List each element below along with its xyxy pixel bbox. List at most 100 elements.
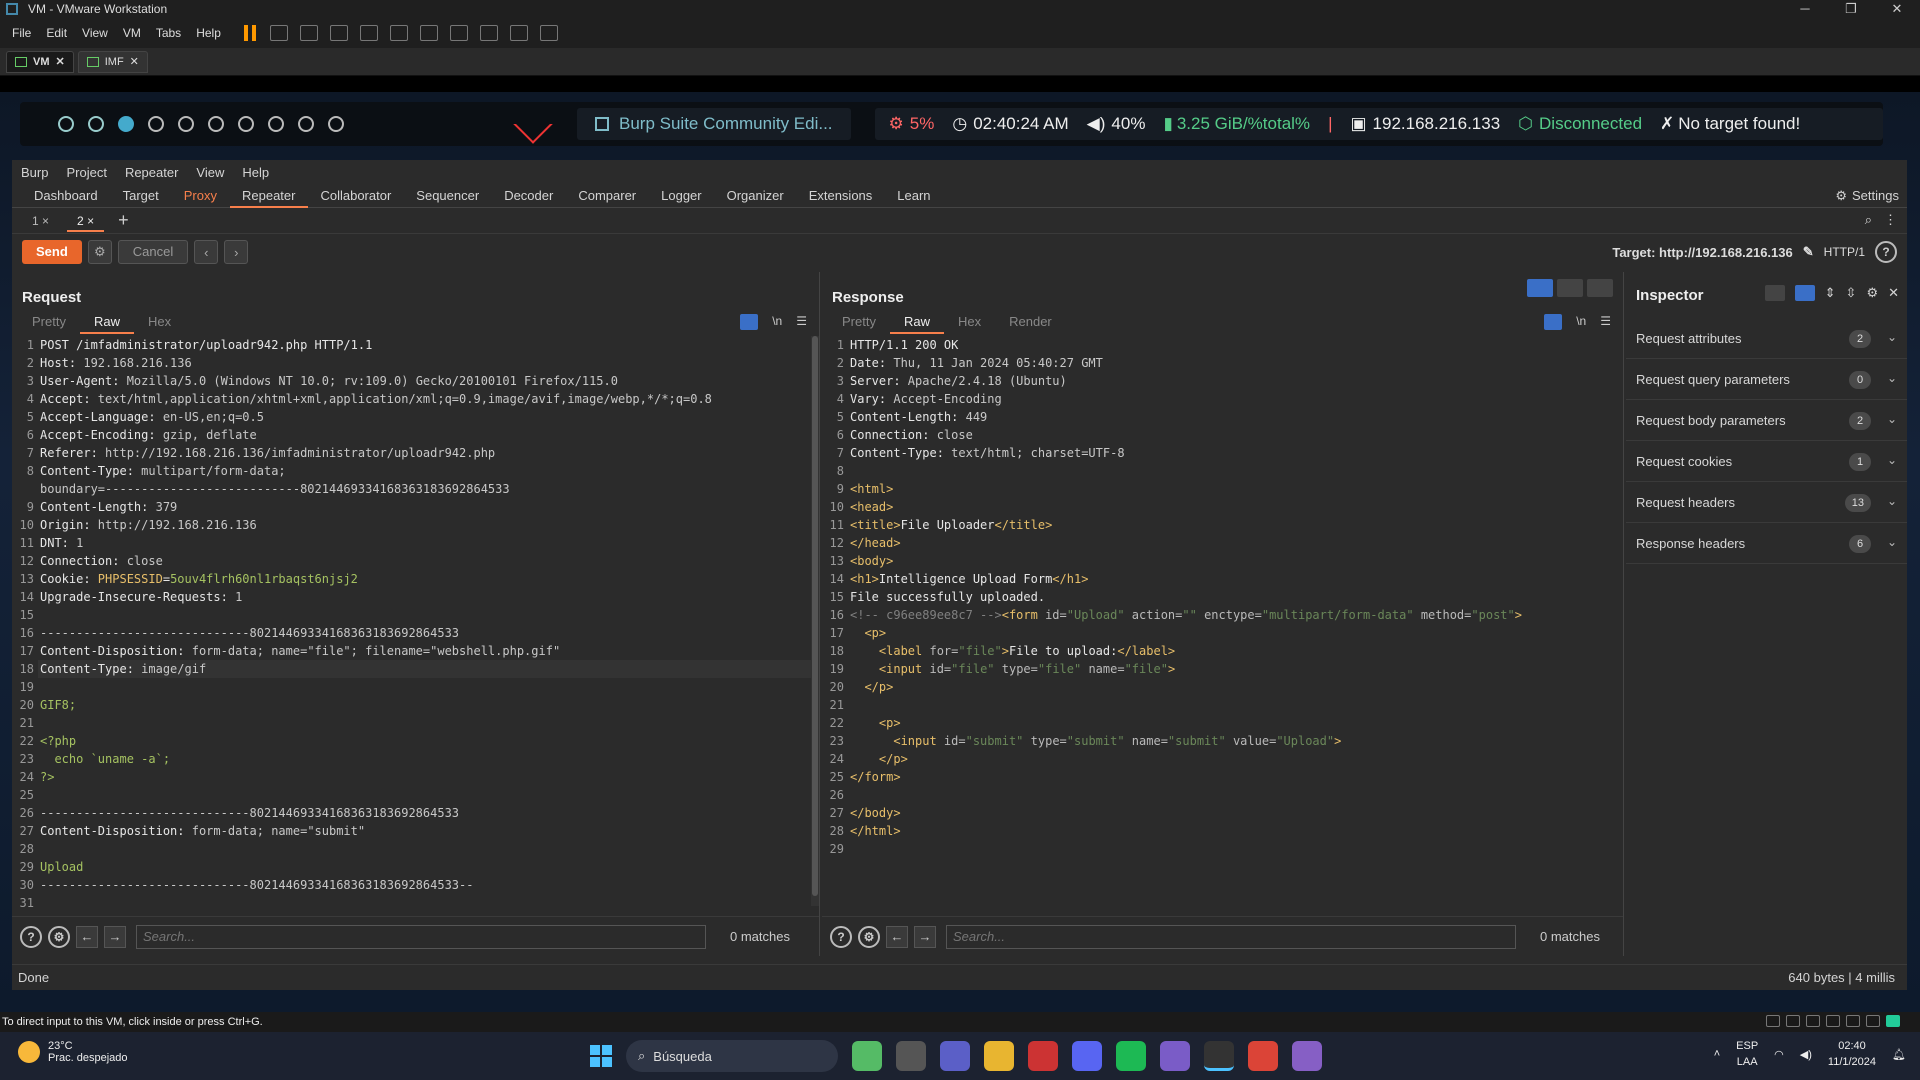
response-search-input[interactable] [946, 924, 1516, 949]
burp-menu-repeater[interactable]: Repeater [125, 165, 178, 180]
code-line[interactable]: 14 Upgrade-Insecure-Requests: 1 [12, 588, 811, 606]
menu-icon[interactable]: ☰ [1600, 314, 1611, 330]
close-icon[interactable]: × [42, 214, 49, 228]
chevron-down-icon[interactable]: ⌄ [1887, 535, 1897, 549]
workspace-9[interactable] [298, 116, 314, 132]
help-icon[interactable]: ? [20, 925, 42, 948]
code-line[interactable]: 23 echo `uname -a`; [12, 750, 811, 768]
code-line[interactable]: 2 Date: Thu, 11 Jan 2024 05:40:27 GMT [822, 354, 1615, 372]
code-line[interactable]: 13 Cookie: PHPSESSID=5ouv4flrh60nl1rbaqst… [12, 570, 811, 588]
help-icon[interactable]: ? [1875, 241, 1897, 263]
chevron-down-icon[interactable]: ⌄ [1887, 412, 1897, 426]
code-line[interactable]: 17 <p> [822, 624, 1615, 642]
http-version[interactable]: HTTP/1 [1824, 245, 1865, 259]
side-by-side-layout-icon[interactable] [1527, 279, 1553, 297]
code-line[interactable]: 8 [822, 462, 1615, 480]
send-options-gear-icon[interactable]: ⚙ [87, 240, 112, 264]
more-icon[interactable]: ⋮ [1884, 212, 1897, 228]
teams-icon[interactable] [940, 1041, 970, 1071]
copilot-icon[interactable] [852, 1041, 882, 1071]
newline-icon[interactable]: \n [772, 314, 782, 330]
maximize-button[interactable]: ❐ [1828, 0, 1874, 18]
chrome-icon[interactable] [1248, 1041, 1278, 1071]
menu-icon[interactable]: ☰ [796, 314, 807, 330]
code-line[interactable]: 29 [822, 840, 1615, 858]
code-editor-icon[interactable] [1028, 1041, 1058, 1071]
vm-tab-vm[interactable]: VM ✕ [6, 50, 74, 73]
burp-menu-burp[interactable]: Burp [21, 165, 48, 180]
tab-decoder[interactable]: Decoder [492, 184, 566, 208]
code-line[interactable]: 7 Content-Type: text/html; charset=UTF-8 [822, 444, 1615, 462]
code-line[interactable]: 3 Server: Apache/2.4.18 (Ubuntu) [822, 372, 1615, 390]
word-wrap-icon[interactable] [740, 314, 759, 330]
code-line[interactable]: 25 </form> [822, 768, 1615, 786]
back-arrow-icon[interactable]: ‹ [194, 240, 219, 264]
revert-snapshot-icon[interactable] [329, 25, 348, 41]
request-tab-pretty[interactable]: Pretty [18, 312, 80, 334]
burp-menu-view[interactable]: View [196, 165, 224, 180]
request-scrollbar[interactable] [811, 336, 819, 906]
inspector-section[interactable]: Response headers 6 ⌄ [1626, 523, 1907, 564]
speaker-icon[interactable]: ◀) [1800, 1048, 1812, 1061]
code-line[interactable]: 24 ?> [12, 768, 811, 786]
code-line[interactable]: boundary=---------------------------8021… [12, 480, 811, 498]
code-line[interactable]: 11 <title>File Uploader</title> [822, 516, 1615, 534]
code-line[interactable]: 6 Connection: close [822, 426, 1615, 444]
chevron-down-icon[interactable]: ⌄ [1887, 371, 1897, 385]
workspace-5[interactable] [178, 116, 194, 132]
repeater-tab-2[interactable]: 2 × [67, 210, 105, 232]
next-match-arrow-icon[interactable]: → [914, 925, 936, 948]
newline-icon[interactable]: \n [1576, 314, 1586, 330]
code-line[interactable]: 8 Content-Type: multipart/form-data; [12, 462, 811, 480]
code-line[interactable]: 10 <head> [822, 498, 1615, 516]
weather-widget[interactable]: 23°C Prac. despejado [18, 1040, 128, 1064]
code-line[interactable]: 19 [12, 678, 811, 696]
taskbar-clock[interactable]: 02:40 11/1/2024 [1828, 1038, 1876, 1070]
search-settings-gear-icon[interactable]: ⚙ [48, 925, 70, 948]
send-button[interactable]: Send [22, 240, 82, 264]
expand-all-icon[interactable]: ⇕ [1825, 285, 1836, 301]
vm-tab-imf[interactable]: IMF ✕ [77, 50, 148, 73]
code-line[interactable]: 14 <h1>Intelligence Upload Form</h1> [822, 570, 1615, 588]
help-icon[interactable]: ? [830, 925, 852, 948]
code-line[interactable]: 26 -----------------------------802144693… [12, 804, 811, 822]
workspace-1[interactable] [58, 116, 74, 132]
snapshot-manager-icon[interactable] [359, 25, 378, 41]
code-line[interactable]: 29 Upload [12, 858, 811, 876]
workspace-10[interactable] [328, 116, 344, 132]
workspace-8[interactable] [268, 116, 284, 132]
inspector-section[interactable]: Request cookies 1 ⌄ [1626, 441, 1907, 482]
response-tab-hex[interactable]: Hex [944, 312, 995, 334]
code-line[interactable]: 20 </p> [822, 678, 1615, 696]
discord-icon[interactable] [1072, 1041, 1102, 1071]
code-line[interactable]: 17 Content-Disposition: form-data; name="… [12, 642, 811, 660]
wifi-icon[interactable]: ◠ [1774, 1048, 1784, 1061]
notification-bell-icon[interactable]: 🔔︎ [1892, 1048, 1906, 1061]
inspector-section[interactable]: Request headers 13 ⌄ [1626, 482, 1907, 523]
code-line[interactable]: 26 [822, 786, 1615, 804]
inspector-section[interactable]: Request attributes 2 ⌄ [1626, 318, 1907, 359]
vmware-taskbar-icon[interactable] [1204, 1041, 1234, 1071]
code-line[interactable]: 11 DNT: 1 [12, 534, 811, 552]
inspector-layout-left-icon[interactable] [1764, 285, 1785, 301]
workspace-3[interactable] [118, 116, 134, 132]
gear-icon[interactable]: ⚙ [1866, 285, 1878, 301]
cancel-button[interactable]: Cancel [117, 240, 189, 264]
code-line[interactable]: 15 [12, 606, 811, 624]
request-tab-raw[interactable]: Raw [79, 312, 134, 334]
response-tab-render[interactable]: Render [995, 312, 1066, 334]
file-explorer-icon[interactable] [984, 1041, 1014, 1071]
code-line[interactable]: 16 <!-- c96ee89ee8c7 --><form id="Upload"… [822, 606, 1615, 624]
network-icon[interactable] [1806, 1015, 1820, 1027]
tab-comparer[interactable]: Comparer [566, 184, 649, 208]
printer-icon[interactable] [1826, 1015, 1840, 1027]
code-line[interactable]: 19 <input id="file" type="file" name="fi… [822, 660, 1615, 678]
close-icon[interactable]: ✕ [56, 55, 65, 68]
code-line[interactable]: 10 Origin: http://192.168.216.136 [12, 516, 811, 534]
vm-menu-file[interactable]: File [12, 26, 31, 40]
workspace-6[interactable] [208, 116, 224, 132]
workspace-7[interactable] [238, 116, 254, 132]
code-line[interactable]: 5 Accept-Language: en-US,en;q=0.5 [12, 408, 811, 426]
library-icon[interactable] [389, 25, 408, 41]
request-search-input[interactable] [136, 924, 706, 949]
